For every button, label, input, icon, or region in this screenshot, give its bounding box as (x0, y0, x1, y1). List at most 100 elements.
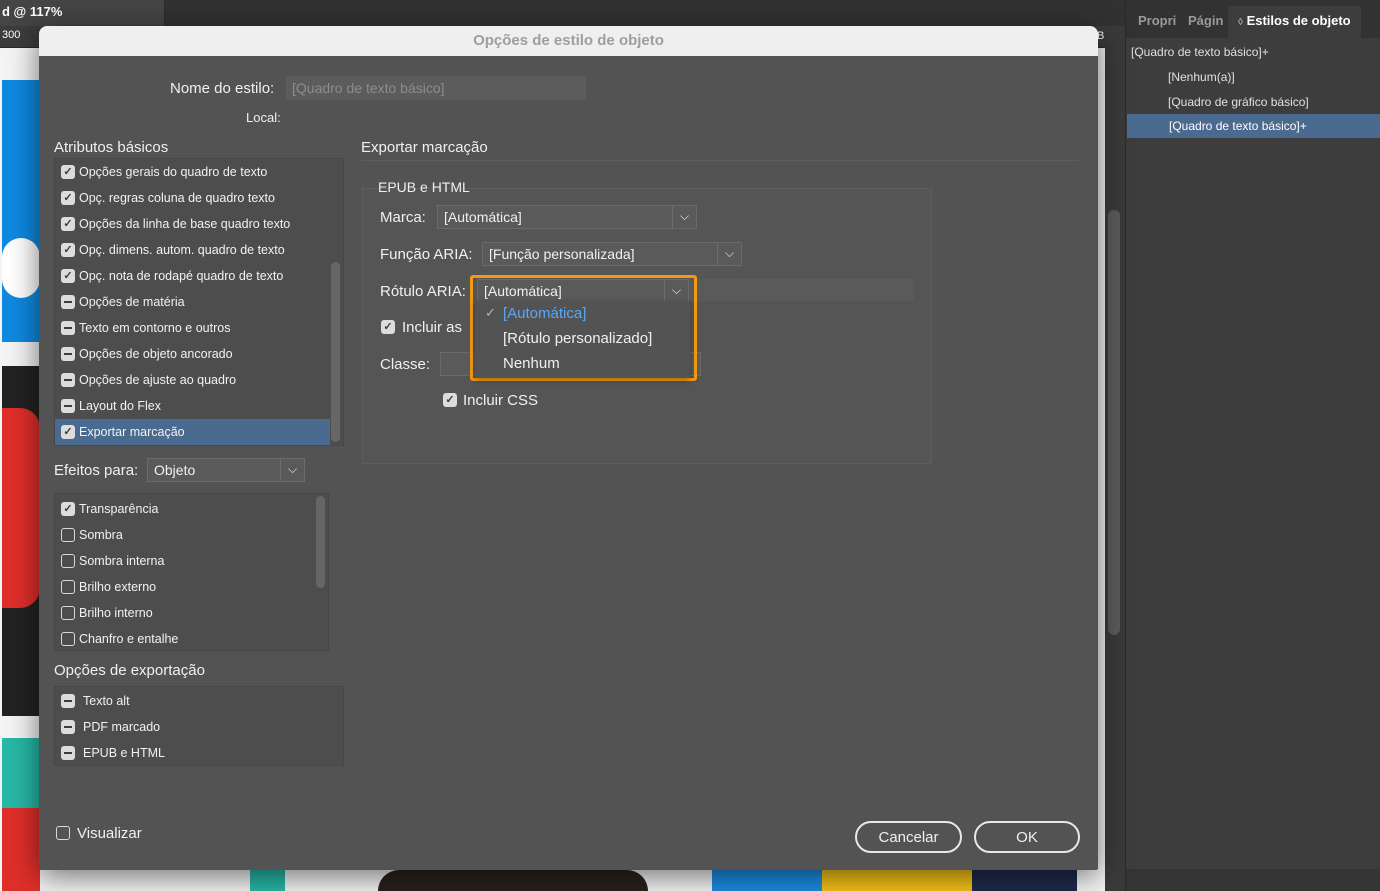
effect-label: Brilho interno (79, 606, 153, 620)
effect-label: Brilho externo (79, 580, 157, 594)
attr-row-selected[interactable]: ✓ Exportar marcação (55, 419, 330, 445)
attr-label: Opç. regras coluna de quadro texto (79, 191, 275, 205)
checkbox-empty-icon[interactable] (61, 632, 75, 646)
include-css-checkbox[interactable]: ✓ (443, 393, 457, 407)
canvas-scrollbar-thumb[interactable] (1108, 210, 1120, 635)
effect-row[interactable]: ✓ Transparência (55, 496, 328, 522)
attr-label: Opções de matéria (79, 295, 185, 309)
attr-label: Exportar marcação (79, 425, 185, 439)
checkbox-empty-icon[interactable] (61, 554, 75, 568)
attr-row[interactable]: Layout do Flex (55, 393, 343, 419)
artwork-bottom-photo (378, 870, 648, 891)
style-item-text-frame[interactable]: [Quadro de texto básico]+ (1127, 114, 1380, 138)
checkbox-empty-icon[interactable] (61, 580, 75, 594)
effects-scrollbar[interactable] (316, 496, 325, 588)
checkbox-checked-icon[interactable]: ✓ (61, 165, 75, 179)
export-option-row[interactable]: Texto alt (55, 688, 343, 714)
checkmark-icon: ✓ (485, 305, 496, 320)
effects-select-value: Objeto (154, 462, 196, 478)
effect-label: Sombra interna (79, 554, 165, 568)
section-divider (361, 160, 1079, 161)
tab-properties[interactable]: Propri (1138, 13, 1176, 28)
effect-row[interactable]: Brilho interno (55, 600, 328, 626)
chevron-down-icon: ⌵ (664, 280, 688, 302)
attr-label: Layout do Flex (79, 399, 161, 413)
attr-row[interactable]: Opções de objeto ancorado (55, 341, 343, 367)
checkbox-checked-icon[interactable]: ✓ (61, 191, 75, 205)
checkbox-empty-icon[interactable] (61, 606, 75, 620)
checkbox-checked-icon[interactable]: ✓ (61, 502, 75, 516)
object-styles-panel: Propri Págin ◊ Estilos de objeto [Quadro… (1125, 0, 1380, 891)
attr-label: Opções da linha de base quadro texto (79, 217, 291, 231)
include-label: Incluir as (402, 319, 463, 336)
tab-pages[interactable]: Págin (1188, 13, 1223, 28)
effect-row[interactable]: Chanfro e entalhe (55, 626, 328, 650)
checkbox-mixed-icon[interactable] (61, 694, 75, 708)
effects-select[interactable]: Objeto ⌵ (147, 458, 305, 482)
checkbox-mixed-icon[interactable] (61, 295, 75, 309)
preview-checkbox[interactable] (56, 826, 70, 840)
menu-item-automatica[interactable]: [Automática] (503, 305, 586, 322)
checkbox-mixed-icon[interactable] (61, 746, 75, 760)
export-option-row[interactable]: PDF marcado (55, 714, 343, 740)
style-name-label: Nome do estilo: (170, 80, 275, 97)
aria-label-select[interactable]: [Automática] ⌵ (477, 279, 689, 303)
checkbox-empty-icon[interactable] (61, 528, 75, 542)
aria-label-label: Rótulo ARIA: (380, 283, 466, 300)
effect-label: Sombra (79, 528, 123, 542)
checkbox-mixed-icon[interactable] (61, 720, 75, 734)
export-option-row[interactable]: EPUB e HTML (55, 740, 343, 765)
effect-row[interactable]: Sombra interna (55, 548, 328, 574)
checkbox-mixed-icon[interactable] (61, 373, 75, 387)
basic-attributes-list: ✓ Opções gerais do quadro de texto ✓ Opç. … (54, 158, 344, 446)
export-option-label: PDF marcado (83, 720, 161, 734)
menu-item-rotulo-personalizado[interactable]: [Rótulo personalizado] (503, 330, 652, 347)
effect-row[interactable]: Brilho externo (55, 574, 328, 600)
include-css-label: Incluir CSS (463, 392, 539, 409)
attr-row[interactable]: ✓ Opções gerais do quadro de texto (55, 159, 343, 185)
artwork-bottom-yellow (822, 870, 972, 891)
include-checkbox[interactable]: ✓ (381, 320, 395, 334)
attr-label: Opç. dimens. autom. quadro de texto (79, 243, 285, 257)
style-item-none[interactable]: [Nenhum(a)] (1168, 70, 1235, 84)
checkbox-checked-icon[interactable]: ✓ (61, 217, 75, 231)
panel-tab-bar: Propri Págin ◊ Estilos de objeto (1126, 0, 1380, 38)
style-item-graphic-frame[interactable]: [Quadro de gráfico básico] (1168, 95, 1309, 109)
artwork-bottom-dark (972, 870, 1077, 891)
attributes-scrollbar[interactable] (331, 262, 340, 442)
attr-row[interactable]: ✓ Opç. dimens. autom. quadro de texto (55, 237, 343, 263)
checkbox-mixed-icon[interactable] (61, 321, 75, 335)
chevron-down-icon: ⌵ (672, 206, 696, 228)
aria-label-menu: ✓ [Automática] [Rótulo personalizado] Ne… (475, 301, 690, 378)
checkbox-checked-icon[interactable]: ✓ (61, 269, 75, 283)
checkbox-mixed-icon[interactable] (61, 399, 75, 413)
menu-item-nenhum[interactable]: Nenhum (503, 355, 560, 372)
chevron-down-icon: ⌵ (717, 243, 741, 265)
cancel-button[interactable]: Cancelar (855, 821, 962, 853)
ok-button[interactable]: OK (974, 821, 1080, 853)
effect-row[interactable]: Sombra (55, 522, 328, 548)
document-tab[interactable]: d @ 117% (0, 0, 165, 26)
attr-label: Opções de ajuste ao quadro (79, 373, 237, 387)
object-style-options-dialog: Opções de estilo de objeto Nome do estil… (39, 26, 1098, 870)
export-options-title: Opções de exportação (54, 662, 205, 679)
attr-row[interactable]: Opções de ajuste ao quadro (55, 367, 343, 393)
aria-label-text-field[interactable] (689, 279, 914, 301)
checkbox-checked-icon[interactable]: ✓ (61, 425, 75, 439)
style-name-field[interactable]: [Quadro de texto básico] (286, 76, 586, 100)
tab-object-styles[interactable]: ◊ Estilos de objeto (1228, 6, 1361, 38)
attr-row[interactable]: ✓ Opções da linha de base quadro texto (55, 211, 343, 237)
artwork-blue-block (2, 80, 40, 342)
attr-row[interactable]: ✓ Opç. regras coluna de quadro texto (55, 185, 343, 211)
epub-html-title: EPUB e HTML (378, 179, 470, 195)
aria-role-select[interactable]: [Função personalizada] ⌵ (482, 242, 742, 266)
attr-row[interactable]: Texto em contorno e outros (55, 315, 343, 341)
checkbox-checked-icon[interactable]: ✓ (61, 243, 75, 257)
tab-object-styles-label: Estilos de objeto (1246, 13, 1351, 28)
export-option-label: Texto alt (83, 694, 130, 708)
attr-row[interactable]: ✓ Opç. nota de rodapé quadro de texto (55, 263, 343, 289)
effects-for-label: Efeitos para: (54, 462, 139, 479)
checkbox-mixed-icon[interactable] (61, 347, 75, 361)
tag-select[interactable]: [Automática] ⌵ (437, 205, 697, 229)
attr-row[interactable]: Opções de matéria (55, 289, 343, 315)
